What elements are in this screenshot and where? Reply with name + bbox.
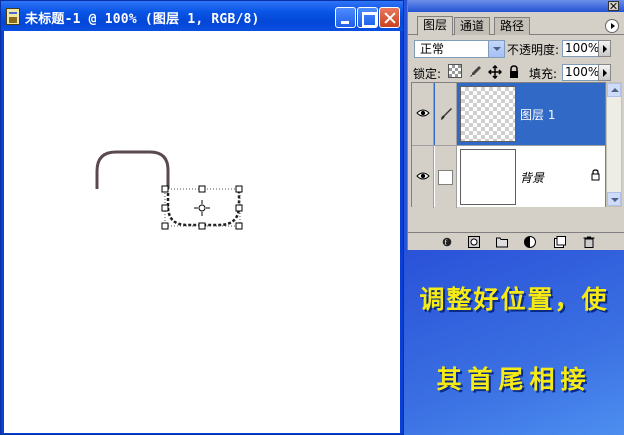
new-layer-icon[interactable]	[554, 236, 566, 248]
panel-tabs: 图层 通道 路径	[408, 13, 624, 36]
arc-shape-upper	[95, 150, 170, 189]
panel-close-icon[interactable]	[608, 1, 619, 11]
adjustment-layer-icon[interactable]	[524, 236, 536, 248]
instruction-line-2: 其首尾相接	[436, 365, 592, 394]
document-icon	[6, 8, 20, 25]
lock-label: 锁定:	[413, 67, 442, 81]
fill-field[interactable]: 100%	[562, 64, 599, 81]
visibility-cell[interactable]	[412, 83, 434, 145]
layer-mask-icon[interactable]	[468, 236, 480, 248]
lock-all-icon[interactable]	[507, 64, 521, 78]
tab-paths[interactable]: 路径	[494, 17, 531, 35]
transform-box	[164, 188, 241, 227]
blend-mode-select[interactable]: 正常	[414, 40, 505, 58]
lock-transparency-icon[interactable]	[448, 64, 462, 78]
brush-icon	[441, 108, 452, 120]
trash-icon[interactable]	[583, 236, 595, 248]
instruction-line-1: 调整好位置，使	[419, 285, 609, 314]
layer-row-layer1[interactable]: 图层 1	[412, 83, 605, 145]
fill-label: 填充:	[529, 67, 558, 81]
layer-row-background[interactable]: 背景	[412, 145, 605, 208]
new-group-icon[interactable]	[496, 236, 508, 248]
layer-list-scrollbar[interactable]	[606, 82, 622, 207]
layer-name: 图层 1	[520, 108, 556, 122]
panel-titlebar[interactable]	[408, 0, 624, 12]
layers-panel: 图层 通道 路径 正常 不透明度: 100% 锁定: 填充: 100% 图层 1	[407, 0, 624, 250]
fill-slider-arrow-icon[interactable]	[598, 64, 611, 81]
document-window: 未标题-1 @ 100% (图层 1, RGB/8)	[0, 0, 404, 435]
panel-bottom-toolbar: f	[408, 232, 624, 250]
opacity-label: 不透明度:	[507, 43, 560, 57]
svg-text:f: f	[444, 239, 447, 247]
document-titlebar[interactable]: 未标题-1 @ 100% (图层 1, RGB/8)	[1, 1, 403, 31]
window-title: 未标题-1 @ 100% (图层 1, RGB/8)	[25, 12, 260, 27]
tab-layers[interactable]: 图层	[417, 16, 454, 36]
scroll-up-icon[interactable]	[607, 83, 621, 97]
layer-name: 背景	[520, 171, 545, 185]
maximize-button[interactable]	[357, 7, 378, 28]
lock-position-move-icon[interactable]	[487, 64, 503, 80]
lock-icon	[591, 169, 600, 181]
scroll-down-icon[interactable]	[607, 192, 621, 206]
layer-style-icon[interactable]: f	[441, 236, 453, 248]
minimize-button[interactable]	[335, 7, 356, 28]
panel-menu-icon[interactable]	[605, 19, 619, 33]
eye-icon	[416, 109, 430, 117]
layer-list: 图层 1 背景	[411, 82, 606, 208]
reference-point-icon	[194, 200, 210, 216]
layer-link-cell[interactable]	[435, 146, 457, 208]
layer-link-cell[interactable]	[435, 83, 457, 145]
visibility-cell[interactable]	[412, 146, 434, 208]
opacity-field[interactable]: 100%	[562, 40, 599, 57]
arc-shape-lower	[166, 189, 241, 227]
close-button[interactable]	[379, 7, 400, 28]
instruction-area: 调整好位置，使 其首尾相接	[404, 250, 624, 435]
chevron-down-icon[interactable]	[488, 41, 504, 57]
eye-icon	[416, 172, 430, 180]
blend-mode-value: 正常	[420, 42, 445, 56]
lock-pixels-brush-icon[interactable]	[468, 64, 482, 78]
layer-thumbnail	[460, 149, 516, 205]
layer-thumbnail	[460, 86, 516, 142]
opacity-slider-arrow-icon[interactable]	[598, 40, 611, 57]
canvas[interactable]	[4, 31, 400, 433]
tab-channels[interactable]: 通道	[454, 17, 491, 35]
link-icon	[438, 170, 453, 185]
